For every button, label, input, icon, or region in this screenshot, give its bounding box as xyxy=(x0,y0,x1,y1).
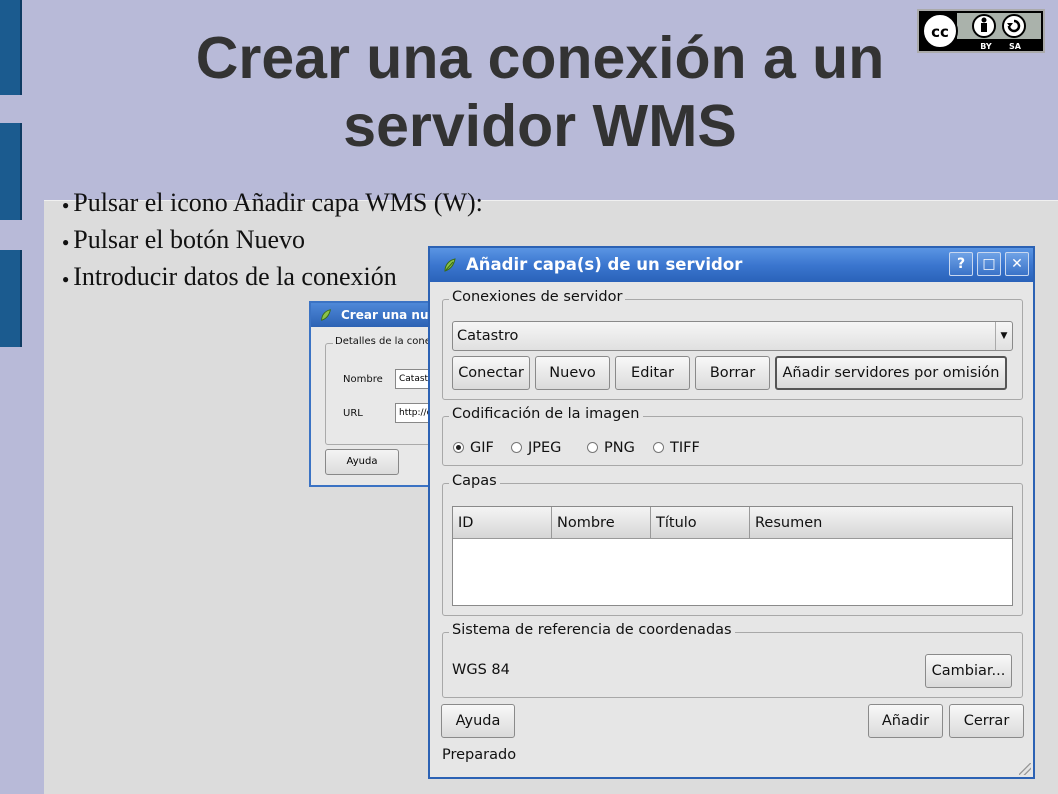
bullet-item: ● Pulsar el botón Nuevo xyxy=(62,225,306,254)
bullet-item: ● Pulsar el icono Añadir capa WMS (W): xyxy=(62,188,483,217)
resize-grip-icon[interactable] xyxy=(1019,763,1031,775)
radio-label: TIFF xyxy=(670,440,700,456)
radio-jpeg[interactable]: JPEG xyxy=(511,438,561,458)
qgis-icon xyxy=(321,309,331,321)
svg-text:SA: SA xyxy=(1009,42,1022,51)
add-button[interactable]: Añadir xyxy=(868,704,943,738)
help-titlebar-button[interactable]: ? xyxy=(949,252,973,276)
dialog-title: Crear una nueva conexión xyxy=(341,308,437,322)
maximize-button[interactable]: □ xyxy=(977,252,1001,276)
radio-checked-icon xyxy=(453,441,464,453)
radio-label: GIF xyxy=(470,440,494,456)
status-text: Preparado xyxy=(442,747,517,763)
radio-icon xyxy=(511,441,522,453)
add-default-servers-button[interactable]: Añadir servidores por omisión xyxy=(775,356,1007,390)
decorative-bar xyxy=(0,0,22,95)
bullet-text: Pulsar el icono Añadir capa WMS (W): xyxy=(73,188,483,217)
connection-details-group xyxy=(325,343,437,445)
help-button[interactable]: Ayuda xyxy=(441,704,515,738)
svg-text:BY: BY xyxy=(980,42,992,51)
chevron-down-icon: ▼ xyxy=(995,322,1012,350)
dialog-titlebar[interactable]: Añadir capa(s) de un servidor ? □ ✕ xyxy=(430,248,1033,282)
decorative-bar xyxy=(0,123,22,220)
bullet-text: Introducir datos de la conexión xyxy=(73,262,397,291)
close-window-button[interactable]: ✕ xyxy=(1005,252,1029,276)
column-header-title[interactable]: Título xyxy=(651,507,750,539)
image-encoding-legend: Codificación de la imagen xyxy=(449,406,643,422)
slide-title: Crear una conexión a un servidor WMS xyxy=(195,25,885,159)
column-header-name[interactable]: Nombre xyxy=(552,507,651,539)
radio-icon xyxy=(653,441,664,453)
bullet-list: ● Pulsar el icono Añadir capa WMS (W): ● P… xyxy=(62,184,483,295)
help-button[interactable]: Ayuda xyxy=(325,449,399,475)
column-header-id[interactable]: ID xyxy=(453,507,552,539)
radio-gif[interactable]: GIF xyxy=(453,438,494,458)
connect-button[interactable]: Conectar xyxy=(452,356,530,390)
layers-table[interactable]: ID Nombre Título Resumen xyxy=(452,506,1013,606)
add-wms-layer-dialog: Añadir capa(s) de un servidor ? □ ✕ Cone… xyxy=(428,246,1035,779)
server-connections-legend: Conexiones de servidor xyxy=(449,289,626,305)
radio-icon xyxy=(587,441,598,453)
delete-connection-button[interactable]: Borrar xyxy=(695,356,770,390)
url-label: URL xyxy=(343,408,363,419)
radio-label: JPEG xyxy=(528,440,562,456)
change-crs-button[interactable]: Cambiar... xyxy=(925,654,1012,688)
cc-by-sa-icon: cc BY SA xyxy=(917,9,1045,53)
connection-select[interactable]: Catastro ▼ xyxy=(452,321,1013,351)
connection-select-value: Catastro xyxy=(457,328,519,344)
dialog-title: Añadir capa(s) de un servidor xyxy=(466,255,743,274)
group-legend: Detalles de la conexión xyxy=(333,336,437,347)
svg-text:cc: cc xyxy=(931,23,949,41)
edit-connection-button[interactable]: Editar xyxy=(615,356,690,390)
name-label: Nombre xyxy=(343,374,383,385)
bullet-text: Pulsar el botón Nuevo xyxy=(73,225,306,254)
bullet-item: ● Introducir datos de la conexión xyxy=(62,262,397,291)
radio-tiff[interactable]: TIFF xyxy=(653,438,700,458)
layers-legend: Capas xyxy=(449,473,500,489)
column-header-summary[interactable]: Resumen xyxy=(750,507,1012,539)
decorative-bar xyxy=(0,250,22,347)
radio-label: PNG xyxy=(604,440,635,456)
crs-value: WGS 84 xyxy=(452,662,510,678)
close-button[interactable]: Cerrar xyxy=(949,704,1024,738)
new-connection-button[interactable]: Nuevo xyxy=(535,356,610,390)
crs-legend: Sistema de referencia de coordenadas xyxy=(449,622,735,638)
radio-png[interactable]: PNG xyxy=(587,438,635,458)
new-connection-dialog: Crear una nueva conexión Detalles de la … xyxy=(309,301,439,487)
qgis-icon xyxy=(444,258,456,272)
